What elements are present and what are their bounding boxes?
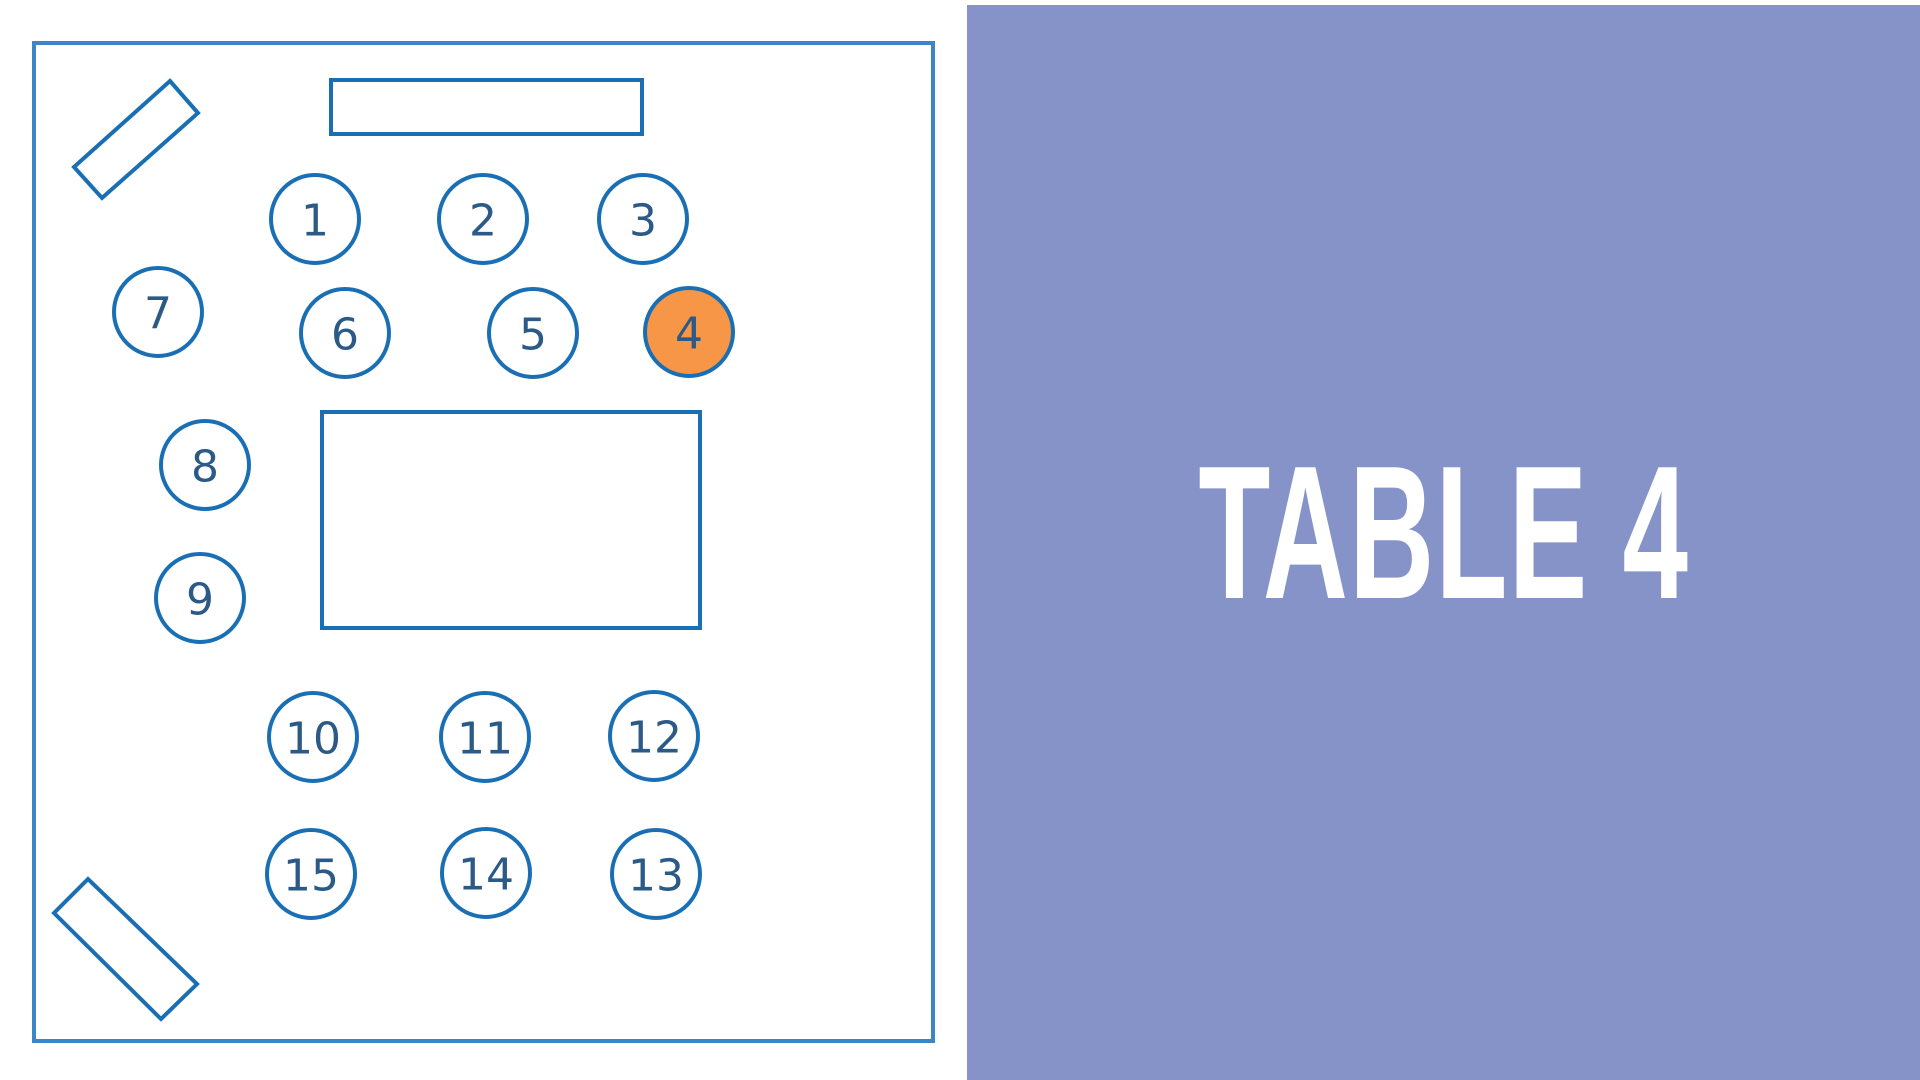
table-2: 2	[437, 173, 529, 265]
seating-floorplan: 1 2 345678910 11 12131415	[32, 41, 935, 1043]
table-15-label: 15	[283, 851, 339, 902]
table-7-label: 7	[144, 289, 172, 340]
table-9: 9	[154, 552, 246, 644]
table-10-label: 10	[285, 714, 341, 765]
table-12: 12	[608, 690, 700, 782]
table-10: 10	[267, 691, 359, 783]
table-4: 4	[643, 286, 735, 378]
table-13-label: 13	[628, 851, 684, 902]
table-6: 6	[299, 287, 391, 379]
table-6-label: 6	[331, 310, 359, 361]
table-14-label: 14	[458, 850, 514, 901]
table-7: 7	[112, 266, 204, 358]
table-9-label: 9	[186, 575, 214, 626]
title-panel: TABLE 4	[967, 5, 1920, 1080]
top-left-angled-table	[71, 78, 201, 201]
table-11: 11	[439, 691, 531, 783]
table-11-label: 11	[457, 714, 513, 765]
table-8: 8	[159, 419, 251, 511]
bottom-left-angled-table	[51, 876, 200, 1022]
center-rectangular-table	[320, 410, 702, 630]
table-2-label: 2	[469, 196, 497, 247]
table-15: 15	[265, 828, 357, 920]
round-tables: 1 2 345678910 11 12131415	[112, 173, 735, 920]
table-12-label: 12	[626, 713, 682, 764]
table-1-label: 1	[301, 196, 329, 247]
table-14: 14	[440, 827, 532, 919]
top-long-table	[329, 78, 644, 136]
table-8-label: 8	[191, 442, 219, 493]
table-13: 13	[610, 828, 702, 920]
table-5: 5	[487, 287, 579, 379]
table-4-label: 4	[675, 309, 703, 360]
table-3: 3	[597, 173, 689, 265]
table-5-label: 5	[519, 310, 547, 361]
table-1: 1	[269, 173, 361, 265]
page-title: TABLE 4	[1198, 426, 1689, 639]
table-3-label: 3	[629, 196, 657, 247]
